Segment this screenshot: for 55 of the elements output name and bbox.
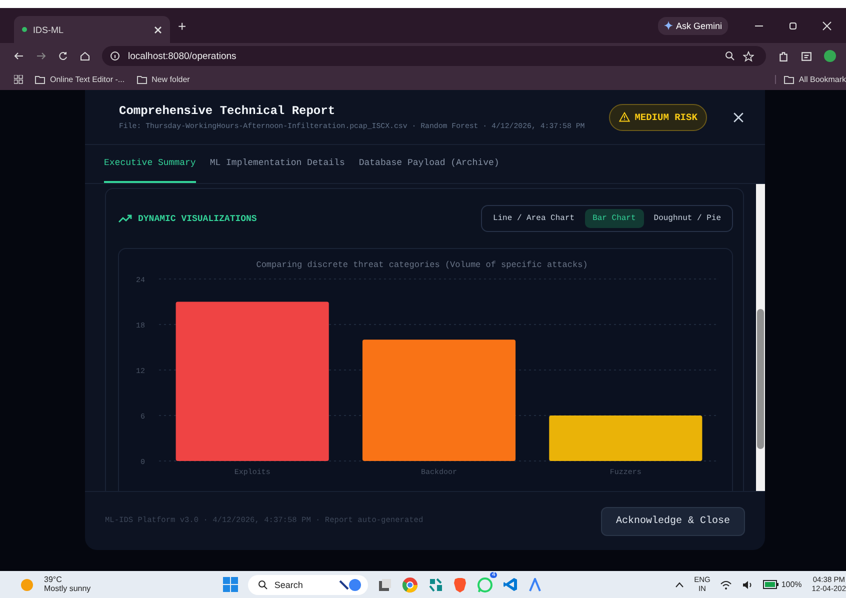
- section-title: DYNAMIC VISUALIZATIONS: [138, 214, 257, 224]
- back-icon[interactable]: [14, 51, 24, 61]
- acknowledge-button[interactable]: Acknowledge & Close: [600, 506, 745, 536]
- reading-list-icon[interactable]: [801, 50, 812, 62]
- temperature: 39°C: [44, 576, 63, 584]
- vscode-icon[interactable]: [503, 577, 518, 592]
- chevron-up-icon[interactable]: [675, 582, 684, 588]
- restore-icon[interactable]: [788, 20, 798, 30]
- browser-tab[interactable]: IDS-ML: [14, 16, 170, 43]
- app-icon[interactable]: [428, 577, 444, 592]
- extensions-icon[interactable]: [778, 50, 789, 62]
- weather-text: Mostly sunny: [44, 584, 91, 594]
- search-field[interactable]: Search: [248, 574, 368, 594]
- chart-type-button[interactable]: Line / Area Chart: [484, 209, 583, 228]
- close-icon[interactable]: [733, 112, 744, 122]
- bookmark[interactable]: Online Text Editor -...: [35, 75, 125, 84]
- home-icon[interactable]: [80, 51, 90, 61]
- app-icon[interactable]: [528, 578, 542, 592]
- address-field[interactable]: localhost:8080/operations: [102, 46, 766, 66]
- wifi-icon[interactable]: [720, 580, 732, 590]
- chrome-icon[interactable]: [402, 576, 418, 592]
- folder-icon: [136, 76, 147, 84]
- chart-title: Comparing discrete threat categories (Volume of specific attacks): [256, 260, 588, 270]
- new-tab-button[interactable]: +: [178, 18, 186, 34]
- scrollbar[interactable]: [756, 184, 765, 491]
- trend-icon: [118, 214, 132, 223]
- search-icon: [258, 580, 268, 590]
- risk-badge: MEDIUM RISK: [608, 104, 708, 130]
- warning-icon: [618, 112, 630, 122]
- folder-icon: [784, 76, 794, 84]
- zoom-icon[interactable]: [725, 51, 735, 61]
- folder-icon: [35, 76, 45, 84]
- brave-icon[interactable]: [453, 576, 468, 592]
- close-icon[interactable]: [822, 20, 832, 30]
- chart-type-button[interactable]: Bar Chart: [584, 209, 644, 228]
- battery-indicator[interactable]: 100%: [763, 580, 802, 589]
- report-title: Comprehensive Technical Report: [119, 104, 336, 118]
- sparkle-icon: [664, 21, 673, 30]
- ask-gemini-button[interactable]: Ask Gemini: [658, 16, 728, 34]
- forward-icon[interactable]: [36, 51, 46, 61]
- reload-icon[interactable]: [58, 51, 68, 61]
- all-bookmarks[interactable]: All Bookmark: [774, 75, 846, 84]
- report-tab[interactable]: Database Payload (Archive): [358, 145, 500, 183]
- start-icon[interactable]: [223, 577, 238, 592]
- star-icon[interactable]: [743, 50, 754, 62]
- task-view-icon[interactable]: [378, 578, 392, 592]
- apps-icon[interactable]: [14, 75, 23, 84]
- volume-icon[interactable]: [742, 580, 754, 590]
- report-tab[interactable]: Executive Summary: [104, 145, 196, 183]
- chart-type-button[interactable]: Doughnut / Pie: [646, 209, 729, 228]
- report-tab[interactable]: ML Implementation Details: [210, 145, 345, 183]
- profile-avatar[interactable]: [824, 50, 836, 62]
- info-icon[interactable]: [110, 51, 120, 61]
- close-icon[interactable]: [154, 26, 162, 34]
- bookmark[interactable]: New folder: [136, 75, 190, 84]
